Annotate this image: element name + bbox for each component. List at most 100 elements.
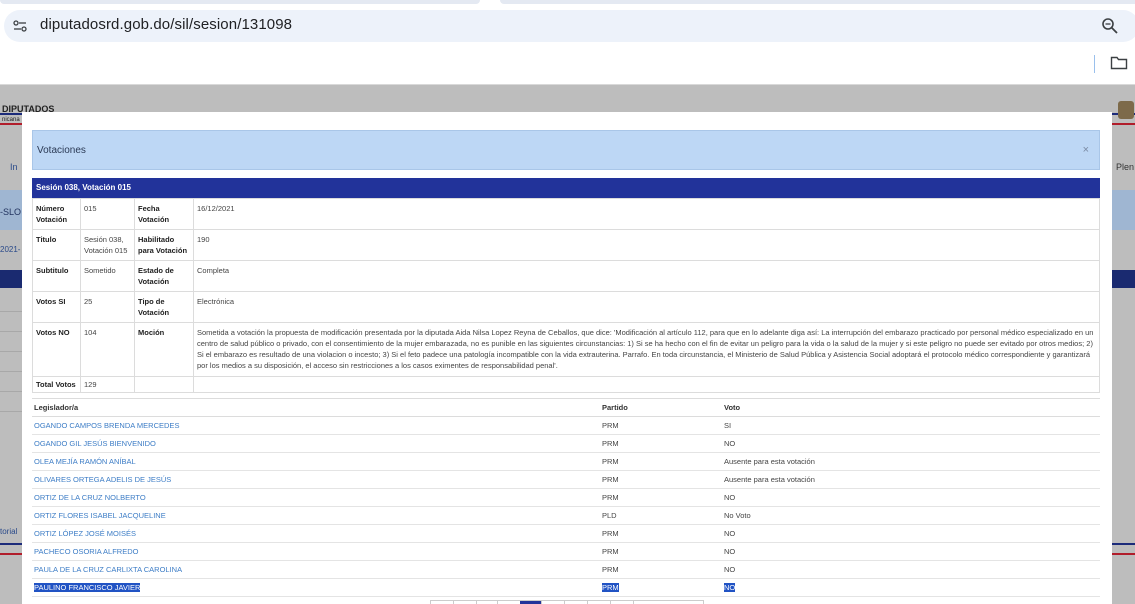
legislator-link[interactable]: PACHECO OSORIA ALFREDO [32, 542, 600, 561]
divider [0, 371, 22, 372]
column-header-voto[interactable]: Voto [722, 398, 1100, 417]
info-label: Moción [134, 322, 194, 377]
info-label: Votos SI [32, 291, 81, 323]
divider [0, 311, 22, 312]
pagination [430, 600, 704, 604]
legislator-link[interactable]: ORTIZ LÓPEZ JOSÉ MOISÉS [32, 524, 600, 543]
background-table-header [1112, 270, 1135, 288]
party-cell: PRM [600, 452, 722, 471]
bookmarks-bar [0, 44, 1135, 85]
party-cell: PRM [600, 488, 722, 507]
info-label: Estado de Votación [134, 260, 194, 292]
vote-cell: SI [722, 416, 1100, 435]
divider [0, 391, 22, 392]
info-value: Completa [193, 260, 1100, 292]
nav-fragment: Plen [1116, 162, 1135, 172]
info-row: Subtitulo Sometido Estado de Votación Co… [32, 260, 1100, 292]
legislator-link[interactable]: OLIVARES ORTEGA ADELIS DE JESÚS [32, 470, 600, 489]
votes-header-row: Legislador/a Partido Voto [32, 398, 1100, 417]
info-value: 104 [80, 322, 135, 377]
vote-cell: NO [722, 434, 1100, 453]
divider [0, 331, 22, 332]
table-row: OLIVARES ORTEGA ADELIS DE JESÚS PRM Ause… [32, 470, 1100, 489]
legislator-link[interactable]: OLEA MEJÍA RAMÓN ANÍBAL [32, 452, 600, 471]
legislator-link[interactable]: ORTIZ FLORES ISABEL JACQUELINE [32, 506, 600, 525]
flag-band [0, 543, 22, 555]
selected-text: PAULINO FRANCISCO JAVIER [34, 583, 141, 592]
vote-cell: NO [722, 542, 1100, 561]
votaciones-modal: Votaciones × Sesión 038, Votación 015 Nú… [22, 112, 1112, 604]
table-row: OGANDO CAMPOS BRENDA MERCEDES PRM SI [32, 416, 1100, 435]
info-label: Votos NO [32, 322, 81, 377]
folder-icon[interactable] [1110, 55, 1128, 71]
info-row: Número Votación 015 Fecha Votación 16/12… [32, 198, 1100, 230]
close-icon[interactable]: × [1083, 144, 1089, 156]
info-label: Tipo de Votación [134, 291, 194, 323]
zoom-icon[interactable] [1100, 16, 1120, 36]
legislator-link[interactable]: PAULINO FRANCISCO JAVIER [32, 578, 600, 597]
flag-band [0, 113, 22, 125]
info-row: Votos SI 25 Tipo de Votación Electrónica [32, 291, 1100, 323]
session-title: Sesión 038, Votación 015 [36, 183, 132, 192]
mocion-text: Sometida a votación la propuesta de modi… [193, 322, 1100, 377]
table-row: PACHECO OSORIA ALFREDO PRM NO [32, 542, 1100, 561]
party-cell: PLD [600, 506, 722, 525]
table-row: OLEA MEJÍA RAMÓN ANÍBAL PRM Ausente para… [32, 452, 1100, 471]
background-table-header [0, 270, 22, 288]
vote-cell: Ausente para esta votación [722, 470, 1100, 489]
selected-text: NO [724, 583, 736, 592]
empty-cell [134, 376, 194, 393]
nav-fragment: In [10, 162, 18, 172]
table-row: ORTIZ LÓPEZ JOSÉ MOISÉS PRM NO [32, 524, 1100, 543]
info-label: Fecha Votación [134, 198, 194, 230]
info-label: Habilitado para Votación [134, 229, 194, 261]
party-cell: PRM [600, 578, 722, 597]
info-label: Número Votación [32, 198, 81, 230]
info-label: Subtitulo [32, 260, 81, 292]
coat-of-arms-icon [1118, 101, 1134, 119]
empty-cell [193, 376, 1100, 393]
info-row: Votos NO 104 Moción Sometida a votación … [32, 322, 1100, 377]
info-row: Total Votos 129 [32, 376, 1100, 393]
toolbar-divider [1094, 55, 1095, 73]
modal-header: Votaciones × [32, 130, 1100, 170]
info-value: 190 [193, 229, 1100, 261]
legislator-link[interactable]: PAULA DE LA CRUZ CARLIXTA CAROLINA [32, 560, 600, 579]
votes-table: Legislador/a Partido Voto OGANDO CAMPOS … [32, 398, 1100, 597]
info-value: 25 [80, 291, 135, 323]
omnibox[interactable]: diputadosrd.gob.do/sil/sesion/131098 [4, 10, 1135, 42]
legislator-link[interactable]: OGANDO CAMPOS BRENDA MERCEDES [32, 416, 600, 435]
flag-band [1112, 543, 1135, 555]
legislator-link[interactable]: OGANDO GIL JESÚS BIENVENIDO [32, 434, 600, 453]
info-value: Sesión 038, Votación 015 [80, 229, 135, 261]
legislator-link[interactable]: ORTIZ DE LA CRUZ NOLBERTO [32, 488, 600, 507]
url-text[interactable]: diputadosrd.gob.do/sil/sesion/131098 [40, 16, 292, 33]
party-cell: PRM [600, 416, 722, 435]
vote-cell: NO [722, 560, 1100, 579]
site-settings-icon[interactable] [13, 19, 27, 33]
info-value: Electrónica [193, 291, 1100, 323]
vote-cell: Ausente para esta votación [722, 452, 1100, 471]
session-header: Sesión 038, Votación 015 [32, 178, 1100, 198]
table-row: ORTIZ DE LA CRUZ NOLBERTO PRM NO [32, 488, 1100, 507]
table-row: PAULINO FRANCISCO JAVIER PRM NO [32, 578, 1100, 597]
divider [0, 411, 22, 412]
vote-cell: NO [722, 578, 1100, 597]
table-row: ORTIZ FLORES ISABEL JACQUELINE PLD No Vo… [32, 506, 1100, 525]
tab-strip [0, 0, 1135, 8]
vote-info-table: Número Votación 015 Fecha Votación 16/12… [32, 198, 1100, 393]
vote-cell: NO [722, 524, 1100, 543]
vote-cell: No Voto [722, 506, 1100, 525]
table-row: PAULA DE LA CRUZ CARLIXTA CAROLINA PRM N… [32, 560, 1100, 579]
info-value: Sometido [80, 260, 135, 292]
party-cell: PRM [600, 524, 722, 543]
info-value: 129 [80, 376, 135, 393]
browser-tab[interactable] [500, 0, 1135, 4]
column-header-legislador[interactable]: Legislador/a [32, 398, 600, 417]
browser-tab[interactable] [0, 0, 480, 4]
party-cell: PRM [600, 434, 722, 453]
background-date: 2021- [0, 245, 21, 254]
column-header-partido[interactable]: Partido [600, 398, 722, 417]
divider [0, 351, 22, 352]
party-cell: PRM [600, 542, 722, 561]
